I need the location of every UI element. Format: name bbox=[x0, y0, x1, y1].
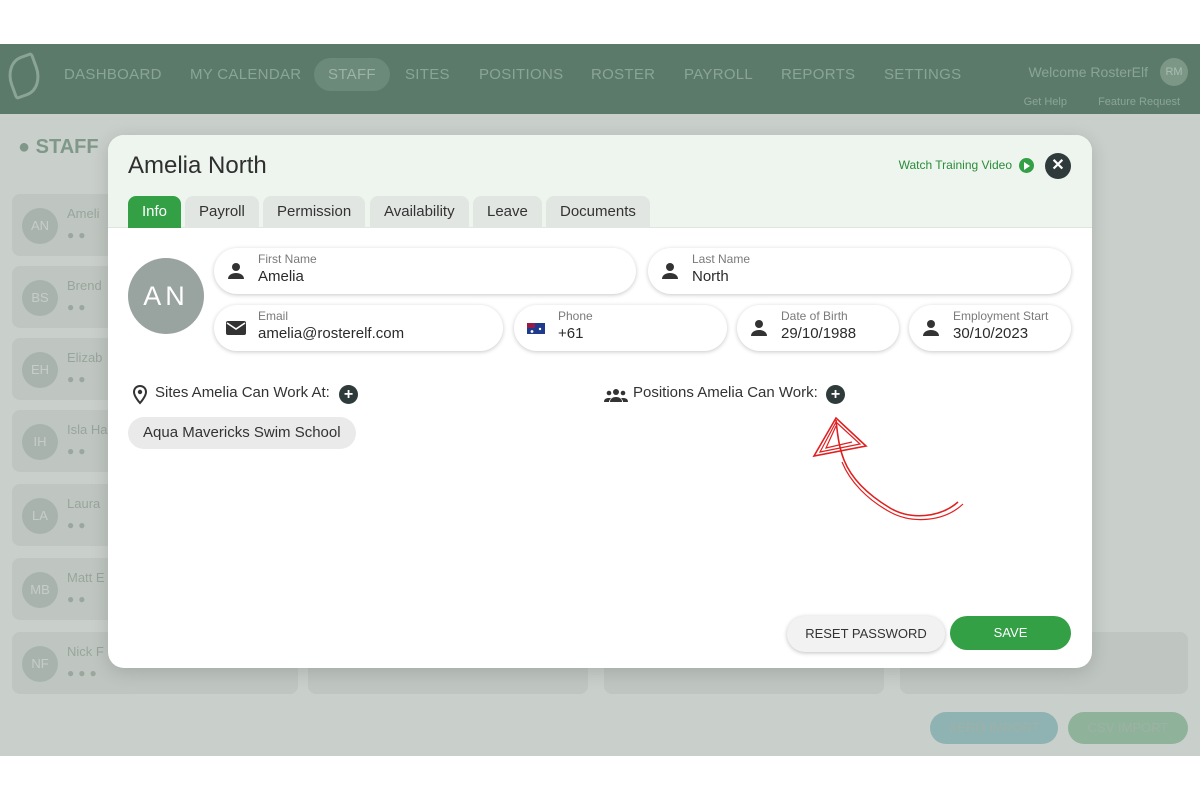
csv-import-button[interactable]: CSV IMPORT bbox=[1068, 712, 1188, 744]
tab-leave[interactable]: Leave bbox=[473, 196, 542, 228]
top-navigation: DASHBOARD MY CALENDAR STAFF SITES POSITI… bbox=[0, 44, 1200, 114]
last-name-field[interactable]: Last Name North bbox=[648, 248, 1071, 294]
staff-card-icons: ●● bbox=[67, 372, 90, 386]
nav-sites[interactable]: SITES bbox=[405, 66, 450, 83]
person-icon bbox=[923, 320, 939, 336]
nav-roster[interactable]: ROSTER bbox=[591, 66, 655, 83]
location-pin-icon bbox=[132, 385, 148, 405]
person-icon bbox=[751, 320, 767, 336]
date-of-birth-field[interactable]: Date of Birth 29/10/1988 bbox=[737, 305, 899, 351]
get-help-link[interactable]: Get Help bbox=[1024, 96, 1067, 108]
people-group-icon bbox=[604, 389, 628, 402]
nav-settings[interactable]: SETTINGS bbox=[884, 66, 961, 83]
watch-training-video-link[interactable]: Watch Training Video bbox=[899, 158, 1012, 172]
help-links: Get Help Feature Request bbox=[996, 96, 1180, 108]
staff-card-icons: ●● bbox=[67, 518, 90, 532]
staff-section-header: ● STAFF bbox=[18, 136, 99, 158]
nav-positions[interactable]: POSITIONS bbox=[479, 66, 563, 83]
tab-permission[interactable]: Permission bbox=[263, 196, 366, 228]
first-name-field[interactable]: First Name Amelia bbox=[214, 248, 636, 294]
modal-title: Amelia North bbox=[128, 152, 267, 179]
nav-reports[interactable]: REPORTS bbox=[781, 66, 855, 83]
nav-my-calendar[interactable]: MY CALENDAR bbox=[190, 66, 301, 83]
phone-field[interactable]: Phone +61 bbox=[514, 305, 727, 351]
welcome-text: Welcome RosterElf bbox=[1028, 64, 1148, 80]
rosterelf-logo-icon bbox=[2, 51, 46, 101]
positions-label: Positions Amelia Can Work: bbox=[633, 384, 818, 401]
staff-card-icons: ●● bbox=[67, 592, 90, 606]
reset-password-button[interactable]: RESET PASSWORD bbox=[787, 616, 945, 652]
employment-start-field[interactable]: Employment Start 30/10/2023 bbox=[909, 305, 1071, 351]
modal-header: Amelia North Watch Training Video ✕ Info… bbox=[108, 135, 1092, 228]
close-icon[interactable]: ✕ bbox=[1045, 153, 1071, 179]
sites-label: Sites Amelia Can Work At: bbox=[155, 384, 330, 401]
tab-payroll[interactable]: Payroll bbox=[185, 196, 259, 228]
xero-import-button[interactable]: XERO IMPORT bbox=[930, 712, 1058, 744]
feature-request-link[interactable]: Feature Request bbox=[1098, 96, 1180, 108]
play-icon[interactable] bbox=[1019, 158, 1034, 173]
staff-card-icons: ●●● bbox=[67, 666, 101, 680]
red-arrow-annotation bbox=[812, 416, 964, 521]
nav-staff[interactable]: STAFF bbox=[314, 58, 390, 91]
tab-availability[interactable]: Availability bbox=[370, 196, 469, 228]
tab-documents[interactable]: Documents bbox=[546, 196, 650, 228]
person-icon bbox=[662, 263, 678, 279]
person-icon bbox=[228, 263, 244, 279]
staff-card-icons: ●● bbox=[67, 228, 90, 242]
save-button[interactable]: SAVE bbox=[950, 616, 1071, 650]
staff-avatar: AN bbox=[128, 258, 204, 334]
user-avatar[interactable]: RM bbox=[1160, 58, 1188, 86]
nav-payroll[interactable]: PAYROLL bbox=[684, 66, 753, 83]
envelope-icon bbox=[226, 321, 246, 335]
add-site-plus-icon[interactable]: + bbox=[339, 385, 358, 404]
staff-card-icons: ●● bbox=[67, 444, 90, 458]
nav-dashboard[interactable]: DASHBOARD bbox=[64, 66, 162, 83]
site-chip[interactable]: Aqua Mavericks Swim School bbox=[128, 417, 356, 449]
user-icon: ● bbox=[18, 136, 36, 158]
email-field[interactable]: Email amelia@rosterelf.com bbox=[214, 305, 503, 351]
australia-flag-icon bbox=[527, 323, 545, 334]
staff-card-icons: ●● bbox=[67, 300, 90, 314]
tab-info[interactable]: Info bbox=[128, 196, 182, 228]
